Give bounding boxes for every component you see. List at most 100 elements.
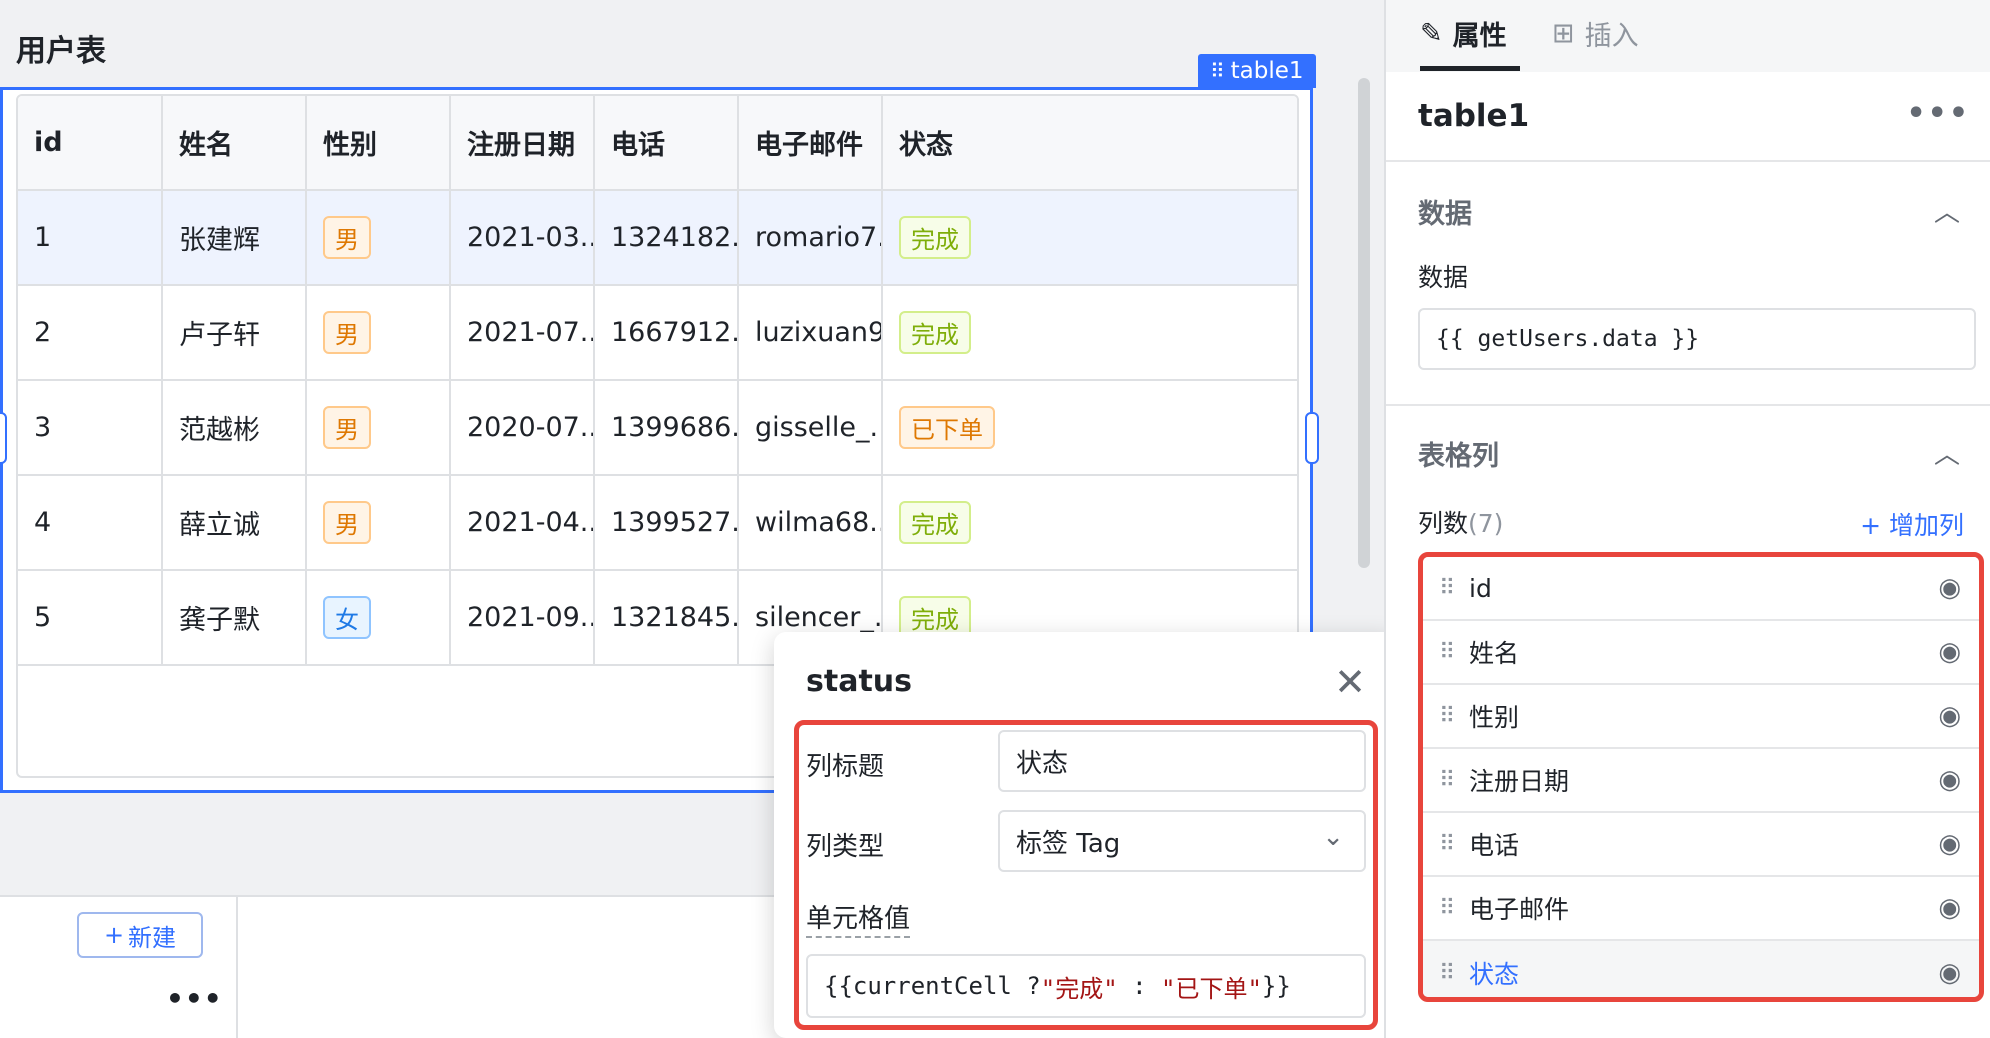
properties-panel: ✎ 属性 ⊞ 插入 table1 ••• 数据 ︿ 数据 {{ getUsers… <box>1384 0 1990 1038</box>
drag-handle-icon[interactable]: ⠿ <box>1439 768 1469 793</box>
panel-tabs: ✎ 属性 ⊞ 插入 <box>1386 0 1990 72</box>
cell-phone: 1399686... <box>594 380 739 476</box>
section-columns-title[interactable]: 表格列 <box>1418 434 1499 473</box>
cell-id: 3 <box>18 380 163 476</box>
close-icon[interactable]: ✕ <box>1334 660 1366 704</box>
column-list-item[interactable]: ⠿ 注册日期 ◉ <box>1423 749 1979 813</box>
column-header[interactable]: 姓名 <box>162 96 307 191</box>
cell-status: 已下单 <box>882 380 1297 476</box>
column-item-label: 电子邮件 <box>1469 895 1570 924</box>
tab-properties[interactable]: ✎ 属性 <box>1420 14 1507 53</box>
cell-status: 完成 <box>882 475 1297 571</box>
column-list-item[interactable]: ⠿ 电子邮件 ◉ <box>1423 877 1979 941</box>
column-header[interactable]: 性别 <box>306 96 451 191</box>
popover-title: status <box>806 664 912 699</box>
resize-handle-left[interactable] <box>0 412 7 464</box>
cell-date: 2020-07... <box>450 380 595 476</box>
eye-icon[interactable]: ◉ <box>1938 765 1961 795</box>
more-icon[interactable]: ••• <box>166 982 223 1015</box>
drag-handle-icon[interactable]: ⠿ <box>1210 59 1225 83</box>
column-header[interactable]: 注册日期 <box>450 96 595 191</box>
bottom-divider <box>236 897 238 1038</box>
divider <box>1386 404 1990 406</box>
add-column-button[interactable]: + 增加列 <box>1860 506 1964 542</box>
chevron-up-icon[interactable]: ︿ <box>1934 434 1960 471</box>
code-part: }} <box>1261 972 1291 1000</box>
drag-handle-icon[interactable]: ⠿ <box>1439 640 1469 665</box>
column-header[interactable]: id <box>18 96 163 191</box>
plus-icon: + <box>103 921 125 949</box>
column-type-value: 标签 Tag <box>1016 828 1121 859</box>
cell-status: 完成 <box>882 285 1297 381</box>
column-title-input[interactable]: 状态 <box>998 730 1366 792</box>
cell-value-input[interactable]: {{currentCell ? "完成" : "已下单" }} <box>806 954 1366 1018</box>
column-item-label: 状态 <box>1469 960 1520 989</box>
code-part: {{currentCell ? <box>824 972 1041 1000</box>
tab-insert[interactable]: ⊞ 插入 <box>1552 14 1639 53</box>
cell-email: luzixuan9... <box>738 285 883 381</box>
table-row[interactable]: 3 范越彬 男 2020-07... 1399686... gisselle_.… <box>18 380 1297 476</box>
table-row[interactable]: 1 张建辉 男 2021-03... 1324182... romario7..… <box>18 190 1297 286</box>
column-item-label: 姓名 <box>1469 639 1520 668</box>
column-list-item[interactable]: ⠿ 电话 ◉ <box>1423 813 1979 877</box>
section-data-title[interactable]: 数据 <box>1418 192 1472 231</box>
chevron-up-icon[interactable]: ︿ <box>1934 192 1960 229</box>
page-title: 用户表 <box>16 34 106 69</box>
column-item-label: 电话 <box>1469 831 1520 860</box>
drag-handle-icon[interactable]: ⠿ <box>1439 576 1469 601</box>
drag-handle-icon[interactable]: ⠿ <box>1439 961 1469 986</box>
chevron-down-icon: ⌄ <box>1322 822 1344 852</box>
table-header-row: id 姓名 性别 注册日期 电话 电子邮件 状态 <box>18 96 1297 191</box>
cell-phone: 1667912... <box>594 285 739 381</box>
new-button[interactable]: + 新建 <box>77 912 203 958</box>
component-name[interactable]: table1 <box>1418 98 1529 134</box>
cell-phone: 1324182... <box>594 190 739 286</box>
gender-tag: 男 <box>323 311 371 354</box>
status-tag: 已下单 <box>899 406 995 449</box>
cell-id: 1 <box>18 190 163 286</box>
drag-handle-icon[interactable]: ⠿ <box>1439 896 1469 921</box>
column-header[interactable]: 电话 <box>594 96 739 191</box>
column-item-label: id <box>1469 573 1492 603</box>
cell-date: 2021-03... <box>450 190 595 286</box>
cell-status: 完成 <box>882 190 1297 286</box>
column-title-label: 列标题 <box>806 752 885 782</box>
column-type-select[interactable]: 标签 Tag ⌄ <box>998 810 1366 872</box>
cell-name: 范越彬 <box>162 380 307 476</box>
cell-id: 4 <box>18 475 163 571</box>
cell-gender: 男 <box>306 285 451 381</box>
eye-icon[interactable]: ◉ <box>1938 893 1961 923</box>
eye-icon[interactable]: ◉ <box>1938 637 1961 667</box>
drag-handle-icon[interactable]: ⠿ <box>1439 704 1469 729</box>
column-list-item[interactable]: ⠿ id ◉ <box>1423 557 1979 621</box>
column-header[interactable]: 状态 <box>882 96 1297 191</box>
eye-icon[interactable]: ◉ <box>1938 573 1961 603</box>
resize-handle-right[interactable] <box>1305 412 1319 464</box>
drag-handle-icon[interactable]: ⠿ <box>1439 832 1469 857</box>
column-list-item-active[interactable]: ⠿ 状态 ◉ <box>1423 941 1979 997</box>
column-header[interactable]: 电子邮件 <box>738 96 883 191</box>
new-button-label: 新建 <box>128 923 177 952</box>
component-label[interactable]: ⠿ table1 <box>1198 54 1316 88</box>
column-list-item[interactable]: ⠿ 性别 ◉ <box>1423 685 1979 749</box>
table-row[interactable]: 2 卢子轩 男 2021-07... 1667912... luzixuan9.… <box>18 285 1297 381</box>
canvas-scrollbar[interactable] <box>1358 78 1370 568</box>
eye-icon[interactable]: ◉ <box>1938 958 1961 988</box>
eye-icon[interactable]: ◉ <box>1938 701 1961 731</box>
column-item-label: 性别 <box>1469 703 1520 732</box>
cell-email: wilma68... <box>738 475 883 571</box>
status-tag: 完成 <box>899 501 971 544</box>
data-input[interactable]: {{ getUsers.data }} <box>1418 308 1976 370</box>
more-options-icon[interactable]: ••• <box>1906 96 1970 131</box>
column-list-item[interactable]: ⠿ 姓名 ◉ <box>1423 621 1979 685</box>
column-count: 列数(7) <box>1418 504 1503 540</box>
cell-name: 薛立诚 <box>162 475 307 571</box>
status-tag: 完成 <box>899 216 971 259</box>
code-part: : <box>1117 972 1162 1000</box>
component-label-text: table1 <box>1230 58 1304 84</box>
eye-icon[interactable]: ◉ <box>1938 829 1961 859</box>
cell-email: romario7... <box>738 190 883 286</box>
column-item-label: 注册日期 <box>1469 767 1570 796</box>
data-label: 数据 <box>1418 263 1469 292</box>
table-row[interactable]: 4 薛立诚 男 2021-04... 1399527... wilma68...… <box>18 475 1297 571</box>
